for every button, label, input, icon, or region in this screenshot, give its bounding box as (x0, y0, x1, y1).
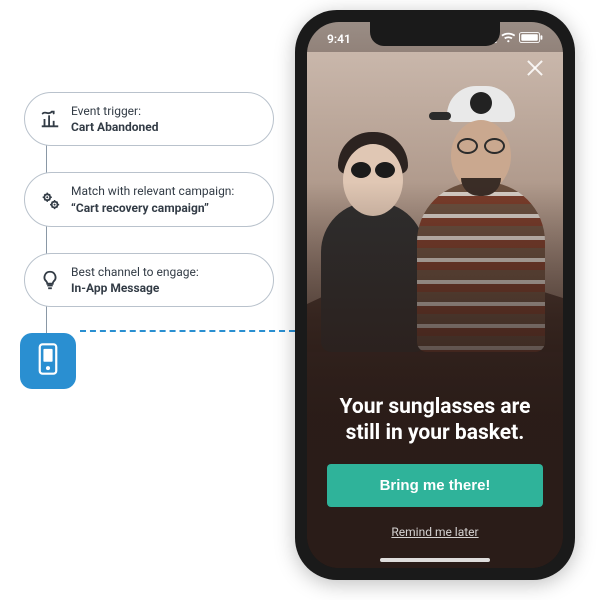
status-time: 9:41 (327, 32, 351, 46)
flow-step-trigger: Event trigger: Cart Abandoned (24, 92, 274, 146)
close-icon[interactable] (523, 56, 547, 80)
in-app-message-screen: 9:41 (307, 22, 563, 568)
campaign-flow: Event trigger: Cart Abandoned Match with… (24, 92, 274, 389)
flow-step-value: Cart Abandoned (71, 119, 255, 135)
flow-step-label: Match with relevant campaign: (71, 183, 255, 199)
message-content: Your sunglasses are still in your basket… (307, 394, 563, 541)
primary-cta-button[interactable]: Bring me there! (327, 464, 543, 507)
home-indicator (380, 558, 490, 562)
phone-mockup: 9:41 (295, 10, 575, 580)
flow-step-value: In-App Message (71, 280, 255, 296)
wifi-icon (501, 32, 516, 46)
gears-icon (39, 189, 61, 211)
flow-step-label: Event trigger: (71, 103, 255, 119)
phone-screen: 9:41 (307, 22, 563, 568)
flow-step-channel: Best channel to engage: In-App Message (24, 253, 274, 307)
flow-step-label: Best channel to engage: (71, 264, 255, 280)
phone-notch (370, 22, 500, 46)
flow-step-campaign: Match with relevant campaign: “Cart reco… (24, 172, 274, 226)
flow-step-value: “Cart recovery campaign” (71, 200, 255, 216)
analytics-icon (39, 108, 61, 130)
flow-to-phone-connector (80, 330, 295, 332)
secondary-link[interactable]: Remind me later (391, 525, 478, 539)
message-title: Your sunglasses are still in your basket… (327, 394, 543, 447)
phone-icon (37, 342, 59, 380)
result-channel-tile (20, 333, 76, 389)
bulb-icon (39, 269, 61, 291)
battery-icon (519, 32, 543, 46)
